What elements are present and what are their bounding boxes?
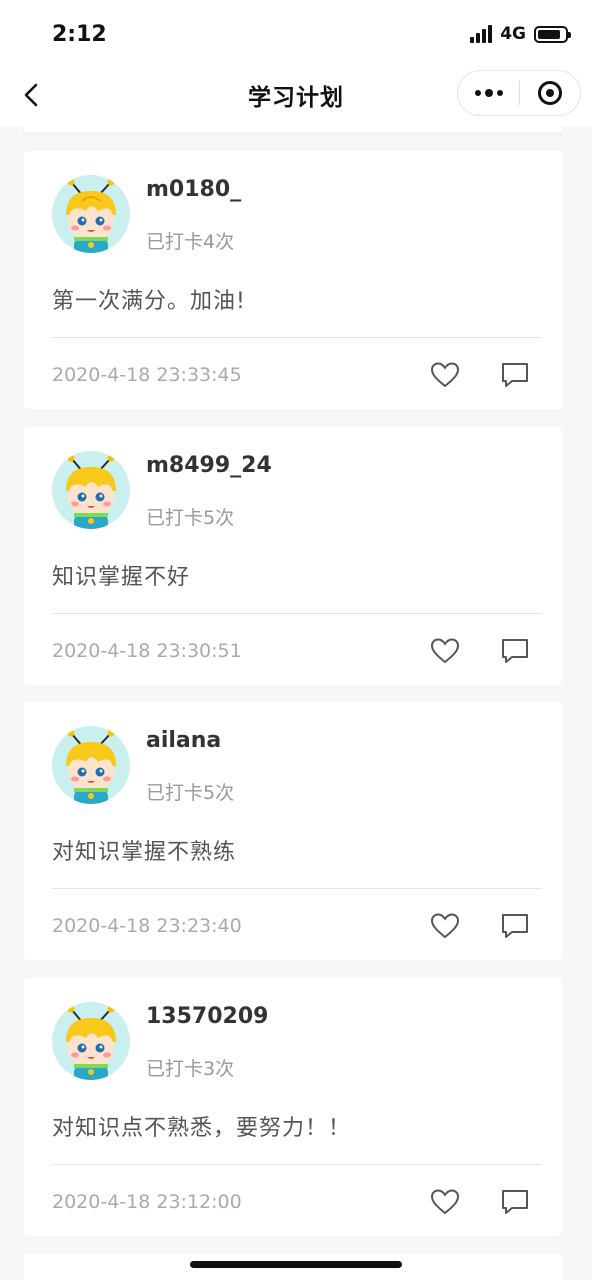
bee-avatar-icon [66,1005,116,1080]
comment-bubble-icon [502,914,528,938]
post-timestamp: 2020-4-18 23:30:51 [52,640,242,662]
post-comment: 第一次满分。加油! [52,289,246,314]
post-comment: 知识掌握不好 [52,565,191,590]
card-divider [52,337,542,338]
username[interactable]: m8499_24 [146,453,272,478]
target-circle-icon [537,81,562,105]
checkin-count: 已打卡3次 [146,1058,235,1080]
bee-avatar-icon [66,178,116,253]
card-divider [52,888,542,889]
status-time: 2:12 [52,22,107,47]
card-divider [52,613,542,614]
status-icons: 4G [470,24,571,44]
like-button[interactable] [429,359,461,391]
comment-bubble-icon [502,639,528,663]
checkin-count: 已打卡4次 [146,231,235,253]
comment-bubble-icon [502,1190,528,1214]
like-button[interactable] [429,910,461,942]
comment-button[interactable] [499,910,531,942]
more-button[interactable] [458,70,519,116]
username[interactable]: m0180_ [146,177,241,202]
post-timestamp: 2020-4-18 23:33:45 [52,364,242,386]
post-card: 13570209 已打卡3次 对知识点不熟悉，要努力！！ 2020-4-18 2… [24,978,562,1236]
checkin-count: 已打卡5次 [146,782,235,804]
previous-card-edge [24,126,562,132]
username[interactable]: 13570209 [146,1004,268,1029]
heart-outline-icon [430,1189,460,1215]
comment-button[interactable] [499,359,531,391]
avatar[interactable] [52,175,130,253]
post-timestamp: 2020-4-18 23:23:40 [52,915,242,937]
avatar[interactable] [52,451,130,529]
network-label: 4G [500,24,526,44]
close-button[interactable] [520,70,580,116]
post-card: ailana 已打卡5次 对知识掌握不熟练 2020-4-18 23:23:40 [24,702,562,960]
signal-icon [470,25,493,43]
mini-program-capsule [457,70,581,116]
comment-button[interactable] [499,1186,531,1218]
heart-outline-icon [430,638,460,664]
home-indicator[interactable] [190,1261,402,1268]
post-comment: 对知识掌握不熟练 [52,840,237,865]
post-card: m0180_ 已打卡4次 第一次满分。加油! 2020-4-18 23:33:4… [24,151,562,409]
bee-avatar-icon [66,729,116,804]
battery-icon [534,25,571,43]
status-bar: 2:12 4G [0,0,592,64]
avatar[interactable] [52,726,130,804]
comment-button[interactable] [499,635,531,667]
avatar[interactable] [52,1002,130,1080]
heart-outline-icon [430,913,460,939]
bee-avatar-icon [66,454,116,529]
heart-outline-icon [430,362,460,388]
card-divider [52,1164,542,1165]
nav-bar: 学习计划 [0,64,592,126]
username[interactable]: ailana [146,728,221,753]
more-dots-icon [474,89,503,97]
like-button[interactable] [429,1186,461,1218]
comment-bubble-icon [502,363,528,387]
like-button[interactable] [429,635,461,667]
checkin-count: 已打卡5次 [146,507,235,529]
post-comment: 对知识点不熟悉，要努力！！ [52,1116,352,1141]
post-card: m8499_24 已打卡5次 知识掌握不好 2020-4-18 23:30:51 [24,427,562,685]
post-timestamp: 2020-4-18 23:12:00 [52,1191,242,1213]
